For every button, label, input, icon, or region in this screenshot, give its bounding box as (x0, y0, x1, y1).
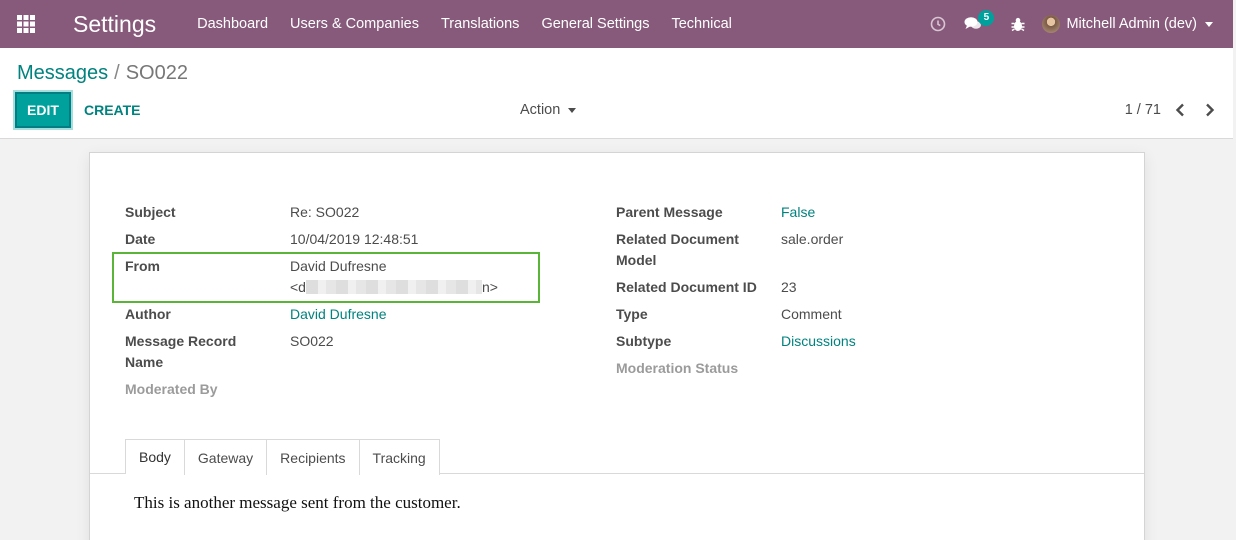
breadcrumb: Messages / SO022 (17, 62, 188, 85)
chevron-right-icon (1206, 103, 1215, 117)
date-label: Date (125, 231, 156, 247)
from-value: David Dufresne (290, 258, 387, 274)
from-email: <d n> (290, 277, 498, 298)
subject-label: Subject (125, 204, 176, 220)
avatar (1042, 15, 1061, 33)
related-model-value: sale.order (781, 231, 844, 247)
pager-previous-button[interactable] (1175, 103, 1185, 117)
grid-icon (17, 15, 35, 33)
app-title: Settings (73, 11, 157, 37)
chevron-left-icon (1175, 103, 1184, 117)
notebook-tabs: Body Gateway Recipients Tracking (125, 439, 440, 475)
from-email-suffix: n> (481, 279, 498, 295)
breadcrumb-messages-link[interactable]: Messages (17, 62, 108, 84)
related-model-label-line2: Model (616, 252, 657, 268)
user-name: Mitchell Admin (dev) (1066, 16, 1197, 32)
pager-next-button[interactable] (1205, 103, 1215, 117)
activity-button[interactable] (921, 0, 955, 48)
menu-translations[interactable]: Translations (430, 0, 530, 48)
record-name-label: Message Record Name (125, 331, 236, 373)
subject-value: Re: SO022 (290, 204, 360, 220)
debug-button[interactable] (1002, 0, 1034, 48)
action-dropdown[interactable]: Action (520, 92, 577, 128)
message-body: This is another message sent from the cu… (134, 493, 461, 512)
type-label: Type (616, 306, 648, 322)
pager-value[interactable]: 1 / 71 (1125, 102, 1161, 118)
top-navbar: Settings Dashboard Users & Companies Tra… (0, 0, 1233, 48)
chevron-down-icon (1205, 21, 1213, 27)
moderated-by-label: Moderated By (125, 381, 218, 397)
redacted-email (305, 280, 482, 294)
breadcrumb-separator: / (114, 62, 120, 84)
menu-general-settings[interactable]: General Settings (530, 0, 660, 48)
parent-message-label: Parent Message (616, 204, 723, 220)
record-name-label-line2: Name (125, 354, 164, 370)
tab-recipients[interactable]: Recipients (266, 439, 360, 475)
user-menu[interactable]: Mitchell Admin (dev) (1034, 0, 1233, 48)
control-panel: Messages / SO022 EDIT CREATE Action 1 / 71 (0, 48, 1233, 139)
menu-users-companies[interactable]: Users & Companies (279, 0, 430, 48)
related-model-label: Related Document Model (616, 229, 739, 271)
message-count-badge: 5 (978, 10, 995, 26)
record-name-label-line1: Message Record (125, 333, 237, 349)
tab-tracking[interactable]: Tracking (358, 439, 440, 475)
breadcrumb-current: SO022 (125, 62, 188, 84)
type-value: Comment (781, 306, 842, 322)
messaging-button[interactable]: 5 (955, 0, 1002, 48)
parent-message-value[interactable]: False (781, 202, 815, 223)
related-id-label: Related Document ID (616, 279, 757, 295)
edit-button[interactable]: EDIT (15, 92, 71, 128)
author-label: Author (125, 306, 171, 322)
from-email-prefix: <d (290, 279, 306, 295)
clock-icon (931, 16, 946, 32)
action-label: Action (520, 102, 561, 118)
record-name-value: SO022 (290, 333, 334, 349)
moderation-status-label: Moderation Status (616, 360, 739, 376)
subtype-label: Subtype (616, 333, 672, 349)
tab-gateway[interactable]: Gateway (183, 439, 268, 475)
bug-icon (1011, 17, 1025, 31)
menu-dashboard[interactable]: Dashboard (186, 0, 279, 48)
menu-technical[interactable]: Technical (660, 0, 742, 48)
related-id-value: 23 (781, 279, 797, 295)
date-value: 10/04/2019 12:48:51 (290, 231, 419, 247)
chevron-down-icon (568, 107, 577, 113)
pager: 1 / 71 (1125, 92, 1215, 128)
form-sheet: Subject Re: SO022 Date 10/04/2019 12:48:… (89, 152, 1145, 540)
author-link[interactable]: David Dufresne (290, 304, 387, 325)
from-label: From (125, 258, 160, 274)
tab-body[interactable]: Body (125, 439, 185, 474)
subtype-link[interactable]: Discussions (781, 331, 856, 352)
main-menu: Dashboard Users & Companies Translations… (186, 0, 743, 48)
related-model-label-line1: Related Document (616, 231, 739, 247)
create-button[interactable]: CREATE (84, 92, 141, 128)
apps-menu-button[interactable] (0, 0, 52, 48)
